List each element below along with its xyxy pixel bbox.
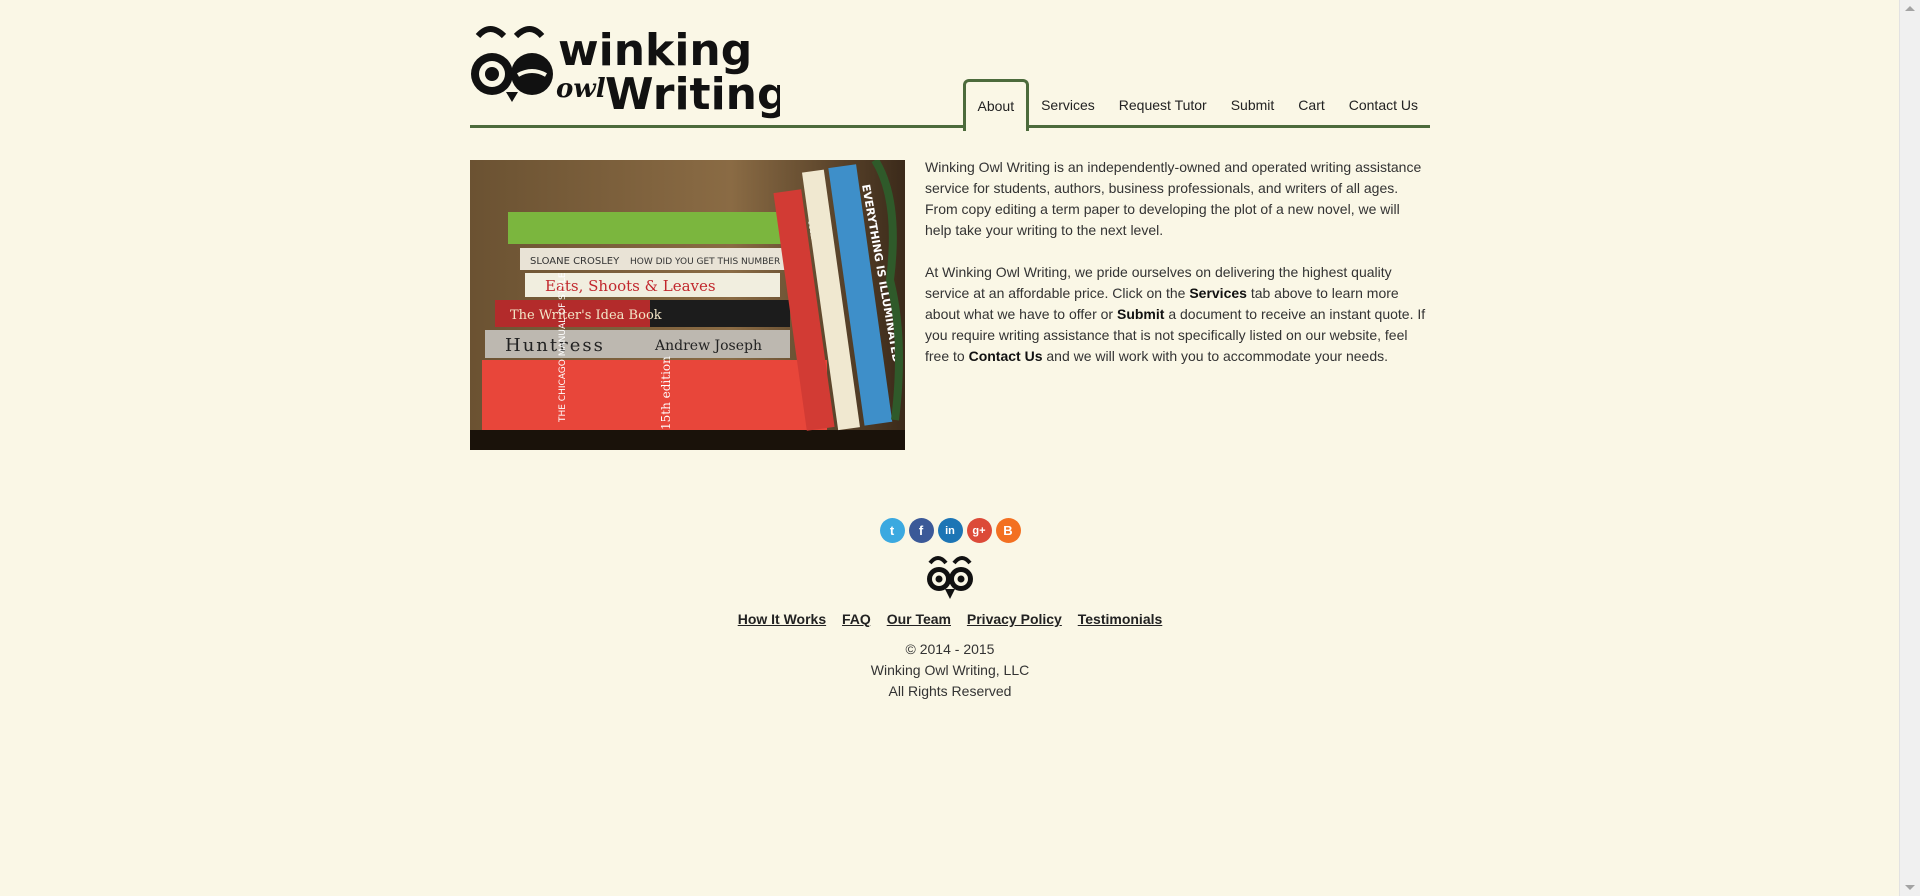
nav-submit[interactable]: Submit: [1219, 82, 1287, 128]
svg-text:15th edition: 15th edition: [659, 356, 673, 430]
svg-text:Eats, Shoots & Leaves: Eats, Shoots & Leaves: [545, 277, 716, 295]
linkedin-icon[interactable]: in: [937, 518, 963, 543]
vertical-scrollbar[interactable]: [1899, 0, 1920, 896]
svg-text:Andrew Joseph: Andrew Joseph: [654, 338, 762, 354]
facebook-icon[interactable]: f: [908, 518, 934, 543]
nav-request-tutor[interactable]: Request Tutor: [1107, 82, 1219, 128]
owl-logo-icon: winking owl Writing: [471, 25, 780, 120]
scroll-down-icon[interactable]: [1905, 885, 1915, 890]
nav-contact-us[interactable]: Contact Us: [1337, 82, 1430, 128]
owl-footer-icon: [924, 553, 976, 601]
site-header: winking owl Writing About Services Reque…: [470, 0, 1431, 131]
footer-link-privacy-policy[interactable]: Privacy Policy: [967, 611, 1062, 627]
svg-text:THE CHICAGO MANUAL OF STYLE: THE CHICAGO MANUAL OF STYLE: [558, 272, 568, 423]
site-footer: t f in g+ B How It Works FAQ Our Team Pr…: [470, 518, 1430, 702]
svg-text:owl: owl: [556, 74, 606, 104]
submit-link-text: Submit: [1116, 306, 1165, 322]
svg-text:The Writer's Idea Book: The Writer's Idea Book: [510, 308, 662, 323]
nav-cart[interactable]: Cart: [1286, 82, 1336, 128]
services-link-text: Services: [1189, 285, 1247, 301]
books-photo: SLOANE CROSLEY HOW DID YOU GET THIS NUMB…: [470, 160, 905, 450]
about-paragraph-2: At Winking Owl Writing, we pride ourselv…: [925, 264, 1426, 364]
scroll-up-icon[interactable]: [1905, 6, 1915, 11]
page-container: winking owl Writing About Services Reque…: [470, 0, 1431, 699]
google-plus-icon[interactable]: g+: [966, 518, 992, 543]
footer-link-testimonials[interactable]: Testimonials: [1078, 611, 1163, 627]
footer-link-faq[interactable]: FAQ: [842, 611, 871, 627]
svg-text:Huntress: Huntress: [505, 335, 605, 356]
footer-links: How It Works FAQ Our Team Privacy Policy…: [470, 611, 1430, 627]
nav-about[interactable]: About: [962, 79, 1030, 131]
rights-reserved: All Rights Reserved: [888, 683, 1012, 699]
twitter-icon[interactable]: t: [879, 518, 905, 543]
copyright-block: © 2014 - 2015 Winking Owl Writing, LLC A…: [470, 639, 1430, 702]
svg-text:SLOANE CROSLEY: SLOANE CROSLEY: [530, 256, 620, 267]
site-logo[interactable]: winking owl Writing: [470, 22, 780, 122]
about-paragraph-1: Winking Owl Writing is an independently-…: [925, 159, 1422, 238]
footer-link-how-it-works[interactable]: How It Works: [738, 611, 826, 627]
social-icons: t f in g+ B: [470, 518, 1430, 543]
company-name: Winking Owl Writing, LLC: [870, 662, 1030, 678]
svg-text:HOW DID YOU GET THIS NUMBER: HOW DID YOU GET THIS NUMBER: [630, 257, 780, 267]
about-text: Winking Owl Writing is an independently-…: [925, 157, 1430, 388]
svg-text:Writing: Writing: [605, 69, 780, 120]
footer-link-our-team[interactable]: Our Team: [887, 611, 951, 627]
copyright-years: © 2014 - 2015: [905, 641, 995, 657]
blogger-icon[interactable]: B: [995, 518, 1021, 543]
main-nav: About Services Request Tutor Submit Cart…: [962, 79, 1431, 131]
nav-services[interactable]: Services: [1029, 82, 1107, 128]
contact-link-text: Contact Us: [968, 348, 1043, 364]
